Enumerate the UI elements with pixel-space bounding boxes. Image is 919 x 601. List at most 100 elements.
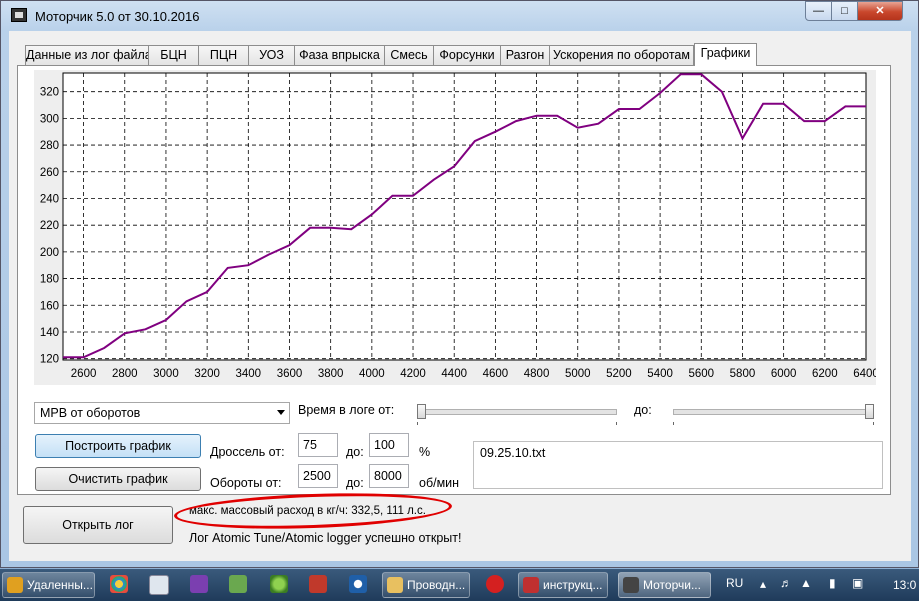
taskbar-item-label: Моторчи... [643, 578, 701, 592]
clock[interactable]: 13:0 [893, 578, 916, 592]
tab-label: Графики [701, 46, 751, 60]
mode-select-value: МРВ от оборотов [40, 406, 140, 420]
open-log-button[interactable]: Открыть лог [23, 506, 173, 544]
y-tick-label: 240 [40, 193, 59, 205]
image-viewer-icon[interactable] [229, 575, 247, 593]
taskbar-item-remote[interactable]: Удаленны... [2, 572, 95, 598]
x-tick-label: 4200 [400, 368, 426, 380]
slider-thumb[interactable] [417, 404, 426, 419]
calculator-icon[interactable] [149, 575, 169, 595]
time-from-label: Время в логе от: [298, 403, 394, 417]
taskbar-item-instructions[interactable]: инструкц... [518, 572, 608, 598]
slider-thumb[interactable] [865, 404, 874, 419]
x-tick-label: 3600 [277, 368, 303, 380]
chrome-icon[interactable] [110, 575, 128, 593]
tray-arrow-icon[interactable]: ▴ [760, 577, 766, 591]
file-name-box[interactable]: 09.25.10.txt [473, 441, 883, 489]
tab-label: Форсунки [439, 48, 494, 62]
signal-icon[interactable]: ▣ [852, 576, 863, 590]
build-chart-button[interactable]: Построить график [35, 434, 201, 458]
tab-label: БЦН [160, 48, 186, 62]
rpm-label: Обороты от: [210, 476, 282, 490]
app-icon [623, 577, 639, 593]
tab-label: УОЗ [259, 48, 284, 62]
tab-label: Данные из лог файла [26, 48, 152, 62]
chart-area: 2600280030003200340036003800400042004400… [34, 70, 876, 385]
y-tick-label: 180 [40, 274, 59, 286]
main-window: Моторчик 5.0 от 30.10.2016 — □ ✕ Данные … [0, 0, 919, 568]
tab-bcn[interactable]: БЦН [148, 45, 199, 65]
icq-icon[interactable] [270, 575, 288, 593]
tab-log-data[interactable]: Данные из лог файла [25, 45, 149, 65]
x-tick-label: 5600 [688, 368, 714, 380]
time-from-slider[interactable] [417, 404, 617, 430]
x-tick-label: 6400 [853, 368, 876, 380]
visual-studio-icon[interactable] [190, 575, 208, 593]
rpm-from-field[interactable]: 2500 [298, 464, 338, 488]
plot-area [63, 73, 866, 360]
minimize-button[interactable]: — [805, 1, 832, 21]
volume-icon[interactable]: ♬ [780, 576, 792, 590]
x-tick-label: 3400 [236, 368, 262, 380]
yandex-browser-icon[interactable] [486, 575, 504, 593]
battery-icon[interactable]: ▮ [829, 576, 836, 590]
spreadsheet-icon[interactable] [309, 575, 327, 593]
tab-injectors[interactable]: Форсунки [433, 45, 501, 65]
time-to-label: до: [634, 403, 652, 417]
maximize-button[interactable]: □ [831, 1, 858, 21]
x-tick-label: 2800 [112, 368, 138, 380]
y-tick-label: 200 [40, 247, 59, 259]
close-button[interactable]: ✕ [857, 1, 903, 21]
tab-charts[interactable]: Графики [694, 43, 757, 66]
throttle-to-label: до: [346, 445, 364, 459]
taskbar-item-label: Удаленны... [27, 578, 93, 592]
mode-select[interactable]: МРВ от оборотов [34, 402, 290, 424]
throttle-to-field[interactable]: 100 [369, 433, 409, 457]
x-tick-label: 4600 [483, 368, 509, 380]
taskbar-item-explorer[interactable]: Проводн... [382, 572, 470, 598]
throttle-unit: % [419, 445, 430, 459]
rpm-unit: об/мин [419, 476, 459, 490]
folder-icon [387, 577, 403, 593]
x-tick-label: 4000 [359, 368, 385, 380]
y-tick-label: 260 [40, 167, 59, 179]
rpm-to-field[interactable]: 8000 [369, 464, 409, 488]
tab-rpm-acceleration[interactable]: Ускорения по оборотам [549, 45, 694, 65]
window-title: Моторчик 5.0 от 30.10.2016 [35, 9, 200, 24]
tab-uoz[interactable]: УОЗ [248, 45, 295, 65]
x-tick-label: 5400 [647, 368, 673, 380]
x-tick-label: 6000 [771, 368, 797, 380]
browser-icon[interactable] [349, 575, 367, 593]
x-tick-label: 3800 [318, 368, 344, 380]
tab-label: ПЦН [210, 48, 237, 62]
tab-label: Смесь [390, 48, 427, 62]
y-tick-label: 300 [40, 113, 59, 125]
x-tick-label: 5200 [606, 368, 632, 380]
slider-track [417, 409, 617, 415]
tab-pcn[interactable]: ПЦН [198, 45, 249, 65]
tab-acceleration[interactable]: Разгон [500, 45, 550, 65]
y-tick-label: 140 [40, 327, 59, 339]
x-tick-label: 5000 [565, 368, 591, 380]
rpm-to-label: до: [346, 476, 364, 490]
taskbar-item-motorchik[interactable]: Моторчи... [618, 572, 711, 598]
title-bar[interactable]: Моторчик 5.0 от 30.10.2016 — □ ✕ [1, 1, 918, 31]
y-tick-label: 120 [40, 354, 59, 366]
slider-ticks [417, 422, 617, 425]
slider-ticks [673, 422, 874, 425]
tab-injection-phase[interactable]: Фаза впрыска [294, 45, 385, 65]
remote-desktop-icon [7, 577, 23, 593]
language-indicator[interactable]: RU [726, 576, 743, 590]
clear-chart-button[interactable]: Очистить график [35, 467, 201, 491]
x-tick-label: 5800 [730, 368, 756, 380]
x-tick-label: 4400 [441, 368, 467, 380]
throttle-from-field[interactable]: 75 [298, 433, 338, 457]
taskbar-item-label: инструкц... [543, 578, 603, 592]
taskbar-item-label: Проводн... [407, 578, 465, 592]
x-tick-label: 3200 [194, 368, 220, 380]
time-to-slider[interactable] [673, 404, 874, 430]
document-icon [523, 577, 539, 593]
tab-label: Ускорения по оборотам [553, 48, 690, 62]
network-icon[interactable]: ▲ [800, 576, 812, 590]
tab-mixture[interactable]: Смесь [384, 45, 434, 65]
